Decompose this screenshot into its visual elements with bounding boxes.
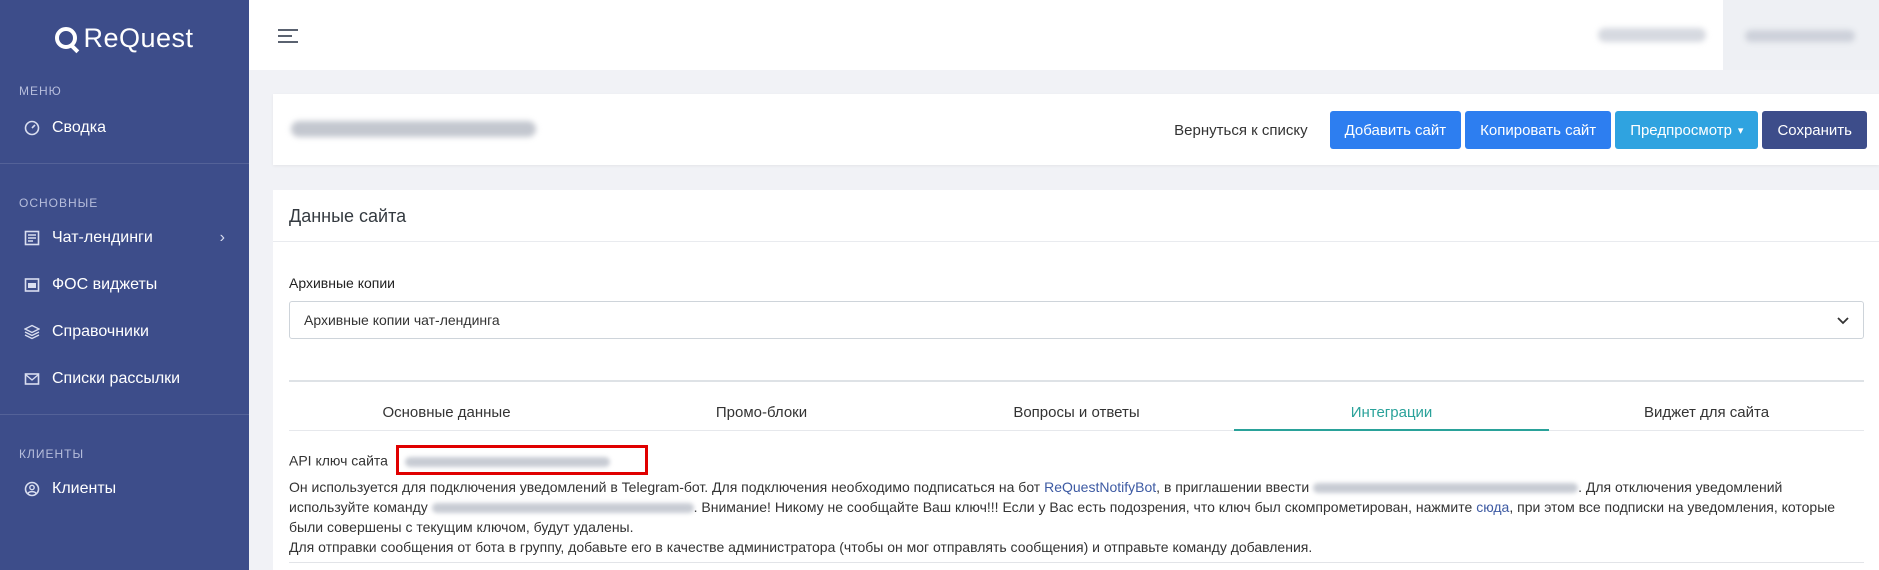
user-menu[interactable] xyxy=(1723,0,1879,70)
sidebar-item-label: ФОС виджеты xyxy=(52,275,158,293)
api-key-value-highlight[interactable] xyxy=(395,445,648,475)
section-clients: КЛИЕНТЫ xyxy=(19,447,85,461)
brand-name: ReQuest xyxy=(83,22,194,53)
tab-integrations[interactable]: Интеграции xyxy=(1234,395,1549,431)
sidebar-item-label: Сводка xyxy=(52,118,107,136)
chevron-down-icon: ▾ xyxy=(1737,124,1744,137)
layers-icon xyxy=(24,324,40,340)
sidebar: ReQuest МЕНЮ Сводка ОСНОВНЫЕ Чат-лендинг… xyxy=(0,0,249,570)
site-title-redacted xyxy=(291,121,536,137)
preview-label: Предпросмотр xyxy=(1630,121,1732,139)
card-divider xyxy=(273,241,1879,242)
chevron-down-icon xyxy=(1837,312,1849,328)
sidebar-divider xyxy=(0,163,249,164)
section-main: ОСНОВНЫЕ xyxy=(19,196,99,210)
back-to-list-link[interactable]: Вернуться к списку xyxy=(1156,122,1325,139)
chevron-right-icon: › xyxy=(219,228,225,246)
archive-select[interactable]: Архивные копии чат-лендинга xyxy=(289,301,1864,339)
api-key-description: Он используется для подключения уведомле… xyxy=(289,477,1864,537)
api-key-row: API ключ сайта xyxy=(289,445,1864,477)
info-text: . Внимание! Никому не сообщайте Ваш ключ… xyxy=(693,499,1477,515)
tabs-divider xyxy=(289,380,1864,382)
sidebar-item-widgets[interactable]: ФОС виджеты xyxy=(0,261,249,308)
add-site-button[interactable]: Добавить сайт xyxy=(1329,111,1462,149)
save-button[interactable]: Сохранить xyxy=(1762,111,1867,149)
archive-select-value: Архивные копии чат-лендинга xyxy=(304,312,500,328)
user-icon xyxy=(24,481,40,497)
topbar xyxy=(249,0,1879,70)
integration-info: API ключ сайта Он используется для подкл… xyxy=(289,445,1864,557)
section-menu: МЕНЮ xyxy=(19,84,62,98)
logo-icon xyxy=(55,27,78,49)
menu-toggle-icon[interactable] xyxy=(278,29,298,43)
sidebar-item-label: Клиенты xyxy=(52,479,117,497)
copy-site-button[interactable]: Копировать сайт xyxy=(1465,111,1612,149)
archive-label: Архивные копии xyxy=(289,275,395,291)
sidebar-item-clients[interactable]: Клиенты xyxy=(0,465,249,512)
api-key-redacted xyxy=(404,457,610,467)
command-redacted xyxy=(1313,483,1579,494)
user-name-redacted xyxy=(1745,30,1855,42)
section-divider xyxy=(289,562,1864,563)
tab-bar: Основные данные Промо-блоки Вопросы и от… xyxy=(289,395,1864,431)
widget-icon xyxy=(24,277,40,293)
header-actions: Вернуться к списку Добавить сайт Копиров… xyxy=(1156,111,1867,149)
brand[interactable]: ReQuest xyxy=(0,0,249,76)
dashboard-icon xyxy=(24,120,40,136)
phone-redacted xyxy=(1598,28,1706,42)
tab-main-data[interactable]: Основные данные xyxy=(289,395,604,430)
list-icon xyxy=(24,230,40,246)
mail-icon xyxy=(24,371,40,387)
group-info: Для отправки сообщения от бота в группу,… xyxy=(289,539,1313,555)
site-header-card: Вернуться к списку Добавить сайт Копиров… xyxy=(273,94,1879,165)
sidebar-item-label: Справочники xyxy=(52,322,149,340)
sidebar-divider xyxy=(0,414,249,415)
tab-site-widget[interactable]: Виджет для сайта xyxy=(1549,395,1864,430)
card-title: Данные сайта xyxy=(289,206,407,226)
info-text: , в приглашении ввести xyxy=(1156,479,1314,495)
preview-button[interactable]: Предпросмотр ▾ xyxy=(1615,111,1759,149)
sidebar-item-label: Чат-лендинги xyxy=(52,228,153,246)
reset-key-link[interactable]: сюда xyxy=(1476,499,1509,515)
info-text: Он используется для подключения уведомле… xyxy=(289,479,1045,495)
sidebar-item-dashboard[interactable]: Сводка xyxy=(0,104,249,151)
api-key-label: API ключ сайта xyxy=(289,452,388,469)
sidebar-item-mailing-lists[interactable]: Списки рассылки xyxy=(0,355,249,402)
unsubscribe-command-redacted xyxy=(431,503,694,514)
bot-link[interactable]: ReQuestNotifyBot xyxy=(1044,479,1156,495)
sidebar-item-label: Списки рассылки xyxy=(52,369,181,387)
sidebar-item-chat-landings[interactable]: Чат-лендинги › xyxy=(0,214,249,261)
sidebar-item-references[interactable]: Справочники xyxy=(0,308,249,355)
tab-promo-blocks[interactable]: Промо-блоки xyxy=(604,395,919,430)
site-data-card: Данные сайта Архивные копии Архивные коп… xyxy=(273,190,1879,570)
tab-faq[interactable]: Вопросы и ответы xyxy=(919,395,1234,430)
